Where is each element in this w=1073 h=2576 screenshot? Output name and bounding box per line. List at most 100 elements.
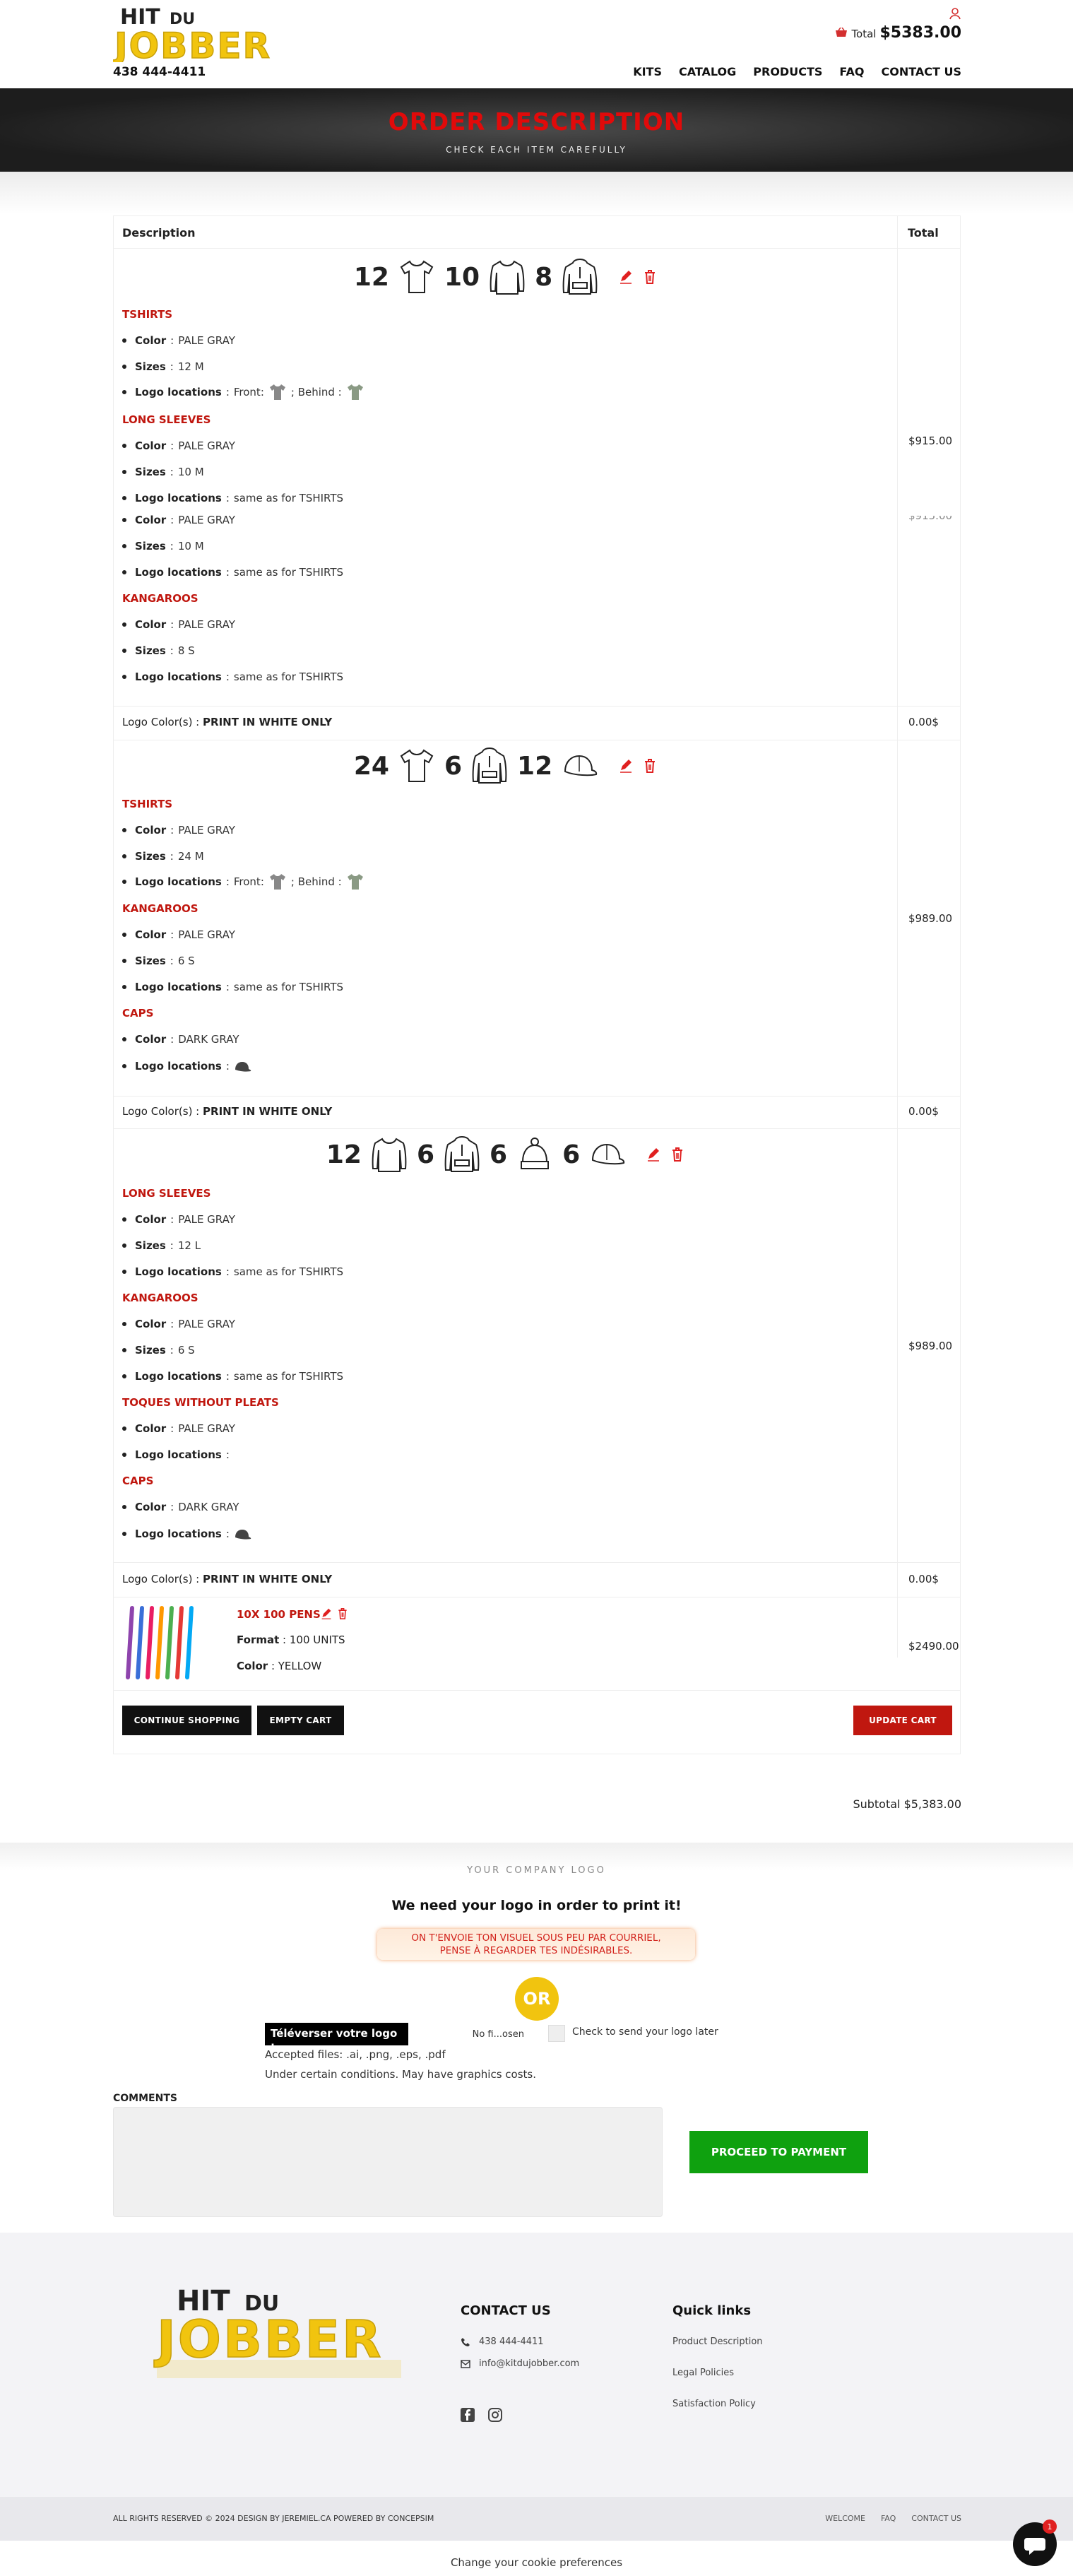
spec-color: Color : PALE GRAY [122, 824, 235, 837]
main-nav: KITS CATALOG PRODUCTS FAQ CONTACT US [633, 65, 961, 78]
spec-logo: Logo locations : same as for TSHIRTS [122, 670, 343, 683]
trash-icon[interactable] [643, 758, 657, 774]
nav-catalog[interactable]: CATALOG [679, 65, 736, 78]
spec-color: Color : PALE GRAY [122, 439, 235, 452]
spec-sizes: Sizes : 12 M [122, 360, 204, 373]
upload-logo-button[interactable]: Téléverser votre logo : [265, 2023, 408, 2052]
qty: 12 [517, 751, 553, 781]
section-title: CAPS [122, 1007, 154, 1020]
tshirt-thumb-icon [347, 384, 363, 400]
instagram-icon[interactable] [487, 2407, 503, 2423]
badge-line: PENSE À REGARDER TES INDÉSIRABLES. [439, 1945, 633, 1956]
cap-thumb-icon [235, 1530, 251, 1540]
edit-icon[interactable] [619, 269, 633, 285]
item3-price: $989.00 [908, 1340, 953, 1352]
qty: 24 [353, 751, 389, 781]
item1-price-overlap: $915.00 [908, 509, 953, 522]
copyright: ALL RIGHTS RESERVED © 2024 DESIGN BY JER… [113, 2514, 434, 2523]
svg-text:JOBBER: JOBBER [113, 25, 271, 62]
section-title: CAPS [122, 1475, 154, 1487]
bottom-link-contact[interactable]: CONTACT US [911, 2514, 961, 2523]
nav-products[interactable]: PRODUCTS [753, 65, 822, 78]
trash-icon[interactable] [670, 1147, 684, 1162]
spec-logo: Logo locations : same as for TSHIRTS [122, 981, 343, 993]
spec-sizes: Sizes : 6 S [122, 1344, 195, 1357]
accepted-files: Accepted files: .ai, .png, .eps, .pdf [265, 2048, 446, 2061]
mail-icon [461, 2359, 470, 2368]
edit-icon[interactable] [321, 1607, 332, 1620]
logo-section-title: YOUR COMPANY LOGO [467, 1865, 606, 1876]
item1-summary: 12 10 8 [114, 256, 897, 298]
cookie-preferences-link[interactable]: Change your cookie preferences [0, 2556, 1073, 2569]
spec-logo: Logo locations : same as for TSHIRTS [122, 566, 343, 579]
col-total: Total [908, 226, 939, 240]
footer-logo[interactable]: HIT DU JOBBER [148, 2276, 410, 2382]
pens-format: Format : 100 UNITS [237, 1633, 345, 1646]
footer-links-title: Quick links [672, 2303, 752, 2318]
file-status[interactable]: No fi...osen [408, 2023, 528, 2045]
spec-sizes: Sizes : 12 L [122, 1239, 201, 1252]
pens-title: 10X 100 PENS [237, 1608, 321, 1621]
qty: 6 [444, 751, 463, 781]
cart-label: Total [851, 28, 877, 40]
phone-icon [461, 2337, 470, 2346]
trash-icon[interactable] [643, 269, 657, 285]
pens-color: Color : YELLOW [237, 1660, 322, 1672]
user-icon[interactable] [949, 7, 961, 20]
bottom-link-faq[interactable]: FAQ [881, 2514, 896, 2523]
qty: 8 [535, 262, 553, 292]
spec-color: Color : PALE GRAY [122, 928, 235, 941]
toque-icon [521, 1138, 550, 1169]
footer-contact-title: CONTACT US [461, 2303, 551, 2318]
spec-logo: Logo locations : same as for TSHIRTS [122, 1370, 343, 1383]
nav-kits[interactable]: KITS [633, 65, 662, 78]
spec-color: Color : PALE GRAY [122, 1213, 235, 1226]
empty-cart-button[interactable]: EMPTY CART [257, 1706, 344, 1735]
page-subtitle: CHECK EACH ITEM CAREFULLY [446, 145, 627, 155]
cart-summary[interactable]: Total $5383.00 [835, 24, 961, 42]
section-title: LONG SLEEVES [122, 413, 211, 426]
trash-icon[interactable] [337, 1607, 348, 1620]
section-title: KANGAROOS [122, 592, 198, 605]
footer-link-satisfaction[interactable]: Satisfaction Policy [672, 2399, 756, 2409]
spec-logo: Logo locations : Front: ; Behind : [122, 873, 364, 891]
header-phone[interactable]: 438 444-4411 [113, 65, 206, 79]
nav-contact[interactable]: CONTACT US [881, 65, 961, 78]
logo-color-price: 0.00$ [908, 716, 939, 728]
cap-icon [592, 1143, 625, 1165]
qty: 6 [490, 1140, 508, 1169]
logo-color-price: 0.00$ [908, 1573, 939, 1585]
qty: 12 [326, 1140, 362, 1169]
edit-icon[interactable] [619, 758, 633, 774]
tshirt-thumb-icon [269, 874, 285, 890]
send-later-label[interactable]: Check to send your logo later [572, 2026, 718, 2038]
spec-color: Color : PALE GRAY [122, 334, 235, 347]
footer-link-legal[interactable]: Legal Policies [672, 2368, 734, 2378]
footer-phone[interactable]: 438 444-4411 [461, 2336, 544, 2347]
bottom-link-welcome[interactable]: WELCOME [825, 2514, 865, 2523]
col-description: Description [122, 226, 196, 240]
edit-icon[interactable] [646, 1147, 660, 1162]
proceed-to-payment-button[interactable]: PROCEED TO PAYMENT [689, 2131, 868, 2173]
spec-sizes: Sizes : 10 M [122, 466, 204, 478]
send-later-checkbox[interactable] [548, 2025, 565, 2042]
item3-summary: 12 6 6 6 [114, 1133, 897, 1176]
long-sleeve-icon [490, 260, 525, 295]
spec-sizes: Sizes : 10 M [122, 540, 204, 553]
subtotal: Subtotal $5,383.00 [853, 1797, 961, 1811]
qty: 10 [444, 262, 480, 292]
nav-faq[interactable]: FAQ [839, 65, 864, 78]
facebook-icon[interactable] [460, 2407, 475, 2423]
footer-email[interactable]: info@kitdujobber.com [461, 2358, 579, 2369]
pens-product-image [126, 1606, 194, 1679]
cart-total: $5383.00 [879, 24, 961, 42]
continue-shopping-button[interactable]: CONTINUE SHOPPING [122, 1706, 251, 1735]
tshirt-icon [400, 260, 434, 293]
update-cart-button[interactable]: UPDATE CART [853, 1706, 952, 1735]
comments-textarea[interactable] [113, 2107, 663, 2217]
section-title: TSHIRTS [122, 798, 173, 810]
order-table: Description Total 12 10 8 TSHIRTS Color … [113, 215, 961, 1754]
site-logo[interactable]: HIT DU JOBBER [113, 4, 288, 62]
footer-link-product[interactable]: Product Description [672, 2336, 763, 2347]
or-badge: OR [515, 1977, 559, 2021]
